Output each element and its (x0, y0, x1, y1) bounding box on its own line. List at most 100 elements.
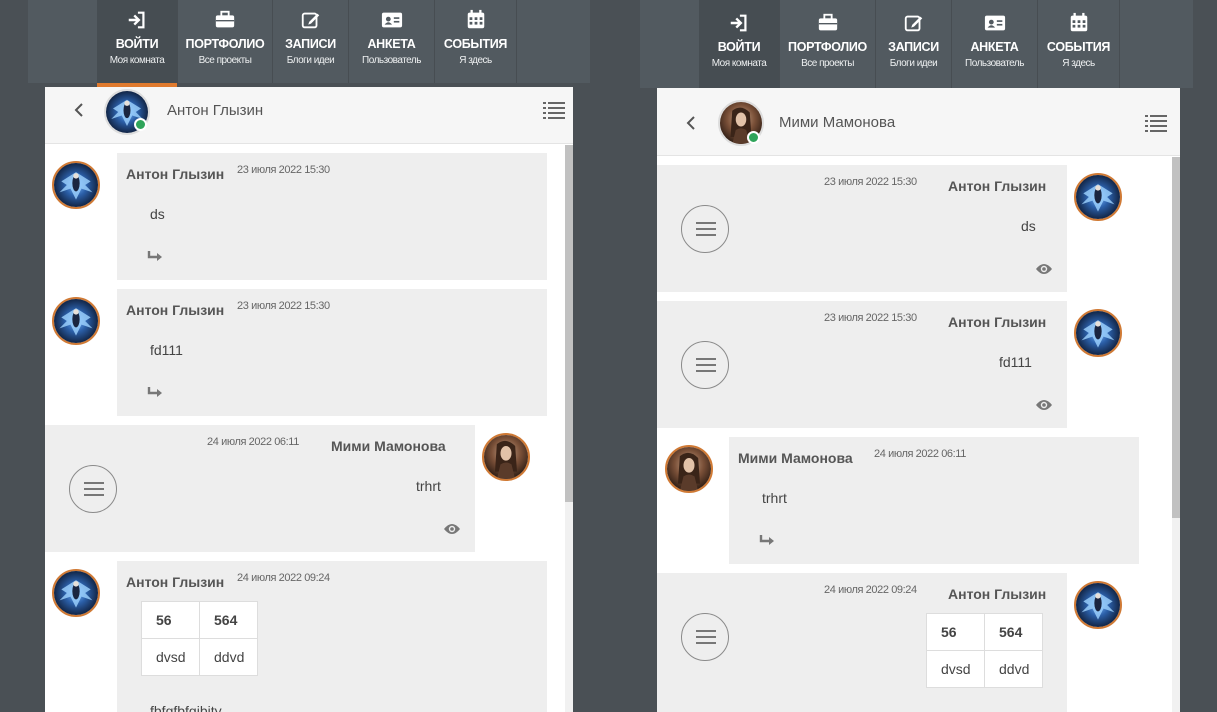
message-table: 56 564 dvsd ddvd (926, 613, 1043, 688)
top-navbar: ВОЙТИ Моя комната ПОРТФОЛИО Все проекты … (28, 0, 590, 87)
scrollbar-thumb[interactable] (565, 145, 573, 502)
edit-icon (301, 12, 319, 29)
sign-in-icon (730, 14, 747, 32)
id-card-icon (381, 12, 402, 28)
back-arrow-icon[interactable] (685, 115, 697, 131)
table-cell: 56 (141, 601, 200, 639)
message-date: 24 июля 2022 06:11 (874, 448, 966, 460)
message-bubble: Антон Глызин 23 июля 2022 15:30 fd111 (117, 289, 547, 416)
message-bubble: Антон Глызин 24 июля 2022 09:24 56 564 dv… (117, 561, 547, 712)
calendar-icon (1070, 12, 1087, 32)
contact-name: Антон Глызин (167, 102, 264, 119)
message-author: Антон Глызин (948, 314, 1047, 330)
list-menu-icon[interactable] (543, 101, 565, 119)
chat-window-left: ВОЙТИ Моя комната ПОРТФОЛИО Все проекты … (28, 0, 590, 712)
nav-profile-title: АНКЕТА (970, 40, 1019, 54)
nav-portfolio[interactable]: ПОРТФОЛИО Все проекты (780, 0, 876, 88)
table-cell: 564 (199, 601, 258, 639)
nav-posts[interactable]: ЗАПИСИ Блоги идеи (273, 0, 349, 83)
nav-profile[interactable]: АНКЕТА Пользователь (349, 0, 435, 83)
nav-profile[interactable]: АНКЕТА Пользователь (952, 0, 1038, 88)
table-cell: dvsd (141, 638, 200, 676)
message-menu-button[interactable] (681, 613, 729, 661)
online-status-dot (134, 118, 147, 131)
id-card-icon (984, 15, 1005, 31)
nav-login[interactable]: ВОЙТИ Моя комната (699, 0, 780, 92)
message-text: fbfgfbfgjbjty (150, 703, 222, 712)
message-menu-button[interactable] (69, 465, 117, 513)
nav-events-title: СОБЫТИЯ (1046, 40, 1111, 54)
message-text: trhrt (416, 478, 441, 494)
message-bubble: 23 июля 2022 15:30 Антон Глызин fd111 (657, 301, 1067, 428)
message-author: Антон Глызин (126, 574, 225, 590)
avatar[interactable] (1074, 581, 1122, 629)
eye-icon (444, 524, 460, 534)
nav-login-sub: Моя комната (711, 58, 767, 69)
message-date: 24 июля 2022 09:24 (237, 572, 330, 584)
message-date: 23 июля 2022 15:30 (824, 312, 917, 324)
nav-posts-sub: Блоги идеи (286, 55, 335, 66)
avatar[interactable] (52, 161, 100, 209)
avatar[interactable] (52, 297, 100, 345)
nav-posts-title: ЗАПИСИ (285, 37, 336, 51)
reply-icon[interactable] (147, 386, 165, 400)
nav-login[interactable]: ВОЙТИ Моя комната (97, 0, 178, 87)
reply-icon[interactable] (147, 250, 165, 264)
nav-profile-title: АНКЕТА (367, 37, 416, 51)
avatar[interactable] (665, 445, 713, 493)
message-menu-button[interactable] (681, 205, 729, 253)
table-cell: ddvd (984, 650, 1043, 688)
message-text: ds (1021, 218, 1036, 234)
avatar[interactable] (52, 569, 100, 617)
nav-menu: ВОЙТИ Моя комната ПОРТФОЛИО Все проекты … (699, 0, 1120, 92)
table-cell: dvsd (926, 650, 985, 688)
nav-posts-title: ЗАПИСИ (888, 40, 939, 54)
message-date: 23 июля 2022 15:30 (237, 300, 330, 312)
message-bubble: Мими Мамонова 24 июля 2022 06:11 trhrt (729, 437, 1139, 564)
table-cell: ddvd (199, 638, 258, 676)
briefcase-icon (818, 13, 837, 31)
message-bubble: Антон Глызин 23 июля 2022 15:30 ds (117, 153, 547, 280)
top-navbar: ВОЙТИ Моя комната ПОРТФОЛИО Все проекты … (640, 0, 1193, 92)
reply-icon[interactable] (759, 534, 777, 548)
message-text: fd111 (999, 354, 1032, 370)
chat-header: Антон Глызин (45, 87, 573, 144)
nav-portfolio-title: ПОРТФОЛИО (788, 40, 867, 54)
message-bubble: 24 июля 2022 06:11 Мими Мамонова trhrt (45, 425, 475, 552)
message-bubble: 23 июля 2022 15:30 Антон Глызин ds (657, 165, 1067, 292)
nav-login-title: ВОЙТИ (717, 40, 761, 54)
nav-events-sub: Я здесь (459, 55, 492, 66)
nav-events[interactable]: СОБЫТИЯ Я здесь (1038, 0, 1120, 88)
avatar[interactable] (1074, 173, 1122, 221)
message-author: Антон Глызин (948, 178, 1047, 194)
nav-portfolio-sub: Все проекты (801, 58, 854, 69)
edit-icon (904, 15, 922, 32)
nav-profile-sub: Пользователь (362, 55, 421, 66)
avatar[interactable] (482, 433, 530, 481)
list-menu-icon[interactable] (1145, 114, 1167, 132)
message-date: 23 июля 2022 15:30 (237, 164, 330, 176)
message-menu-button[interactable] (681, 341, 729, 389)
nav-profile-sub: Пользователь (965, 58, 1024, 69)
nav-events[interactable]: СОБЫТИЯ Я здесь (435, 0, 517, 83)
message-author: Мими Мамонова (738, 450, 853, 466)
nav-portfolio[interactable]: ПОРТФОЛИО Все проекты (178, 0, 273, 83)
eye-icon (1036, 400, 1052, 410)
chat-area: Антон Глызин Антон Глызин 23 июля 2022 1… (45, 87, 573, 712)
message-date: 24 июля 2022 06:11 (207, 436, 299, 448)
nav-events-sub: Я здесь (1062, 58, 1095, 69)
online-status-dot (747, 131, 760, 144)
nav-posts[interactable]: ЗАПИСИ Блоги идеи (876, 0, 952, 88)
chat-header: Мими Мамонова (657, 88, 1180, 156)
message-bubble: 24 июля 2022 09:24 Антон Глызин 56 564 dv… (657, 573, 1067, 712)
nav-portfolio-title: ПОРТФОЛИО (185, 37, 265, 51)
nav-portfolio-sub: Все проекты (198, 55, 252, 66)
message-author: Антон Глызин (948, 586, 1047, 602)
message-date: 23 июля 2022 15:30 (824, 176, 917, 188)
back-arrow-icon[interactable] (73, 102, 85, 118)
scrollbar-thumb[interactable] (1172, 157, 1180, 518)
table-cell: 564 (984, 613, 1043, 651)
nav-login-title: ВОЙТИ (115, 37, 159, 51)
avatar[interactable] (1074, 309, 1122, 357)
table-cell: 56 (926, 613, 985, 651)
